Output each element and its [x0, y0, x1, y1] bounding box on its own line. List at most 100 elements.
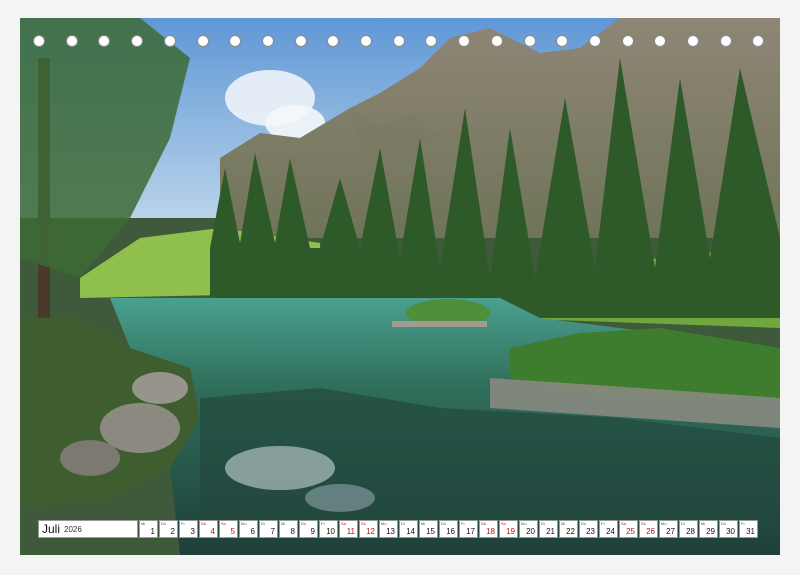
weekday-label: Mi [701, 521, 706, 526]
binding-hole [33, 35, 45, 47]
binding-hole [392, 35, 405, 47]
weekday-label: Mi [141, 521, 146, 526]
day-cell: Do 2 [159, 520, 178, 538]
weekday-label: Fr [741, 521, 745, 526]
day-number: 21 [546, 527, 555, 536]
binding-hole [425, 35, 438, 47]
day-cell: Fr 31 [739, 520, 758, 538]
day-cell: Mi 8 [279, 520, 298, 538]
weekday-label: Fr [461, 521, 465, 526]
weekday-label: Mi [281, 521, 286, 526]
day-cell: Sa 18 [479, 520, 498, 538]
day-cell: Fr 24 [599, 520, 618, 538]
day-number: 10 [326, 527, 335, 536]
weekday-label: Fr [321, 521, 325, 526]
day-cell: Mi 22 [559, 520, 578, 538]
day-number: 22 [566, 527, 575, 536]
binding-hole [621, 35, 634, 47]
binding-hole [163, 35, 176, 47]
weekday-label: So [221, 521, 226, 526]
weekday-label: So [641, 521, 646, 526]
day-cell: So 19 [499, 520, 518, 538]
binding-hole [490, 35, 503, 47]
binding-hole [752, 35, 765, 47]
day-number: 28 [686, 527, 695, 536]
day-cell: Do 23 [579, 520, 598, 538]
weekday-label: Mo [521, 521, 527, 526]
weekday-label: Fr [181, 521, 185, 526]
day-number: 30 [726, 527, 735, 536]
weekday-label: Sa [341, 521, 346, 526]
day-number: 29 [706, 527, 715, 536]
binding-hole [261, 35, 274, 47]
weekday-label: Do [161, 521, 167, 526]
day-number: 26 [646, 527, 655, 536]
day-cell: Di 14 [399, 520, 418, 538]
binding-hole [654, 35, 667, 47]
weekday-label: Do [301, 521, 307, 526]
landscape-photo [20, 18, 780, 555]
day-number: 14 [406, 527, 415, 536]
binding-hole [294, 35, 307, 47]
binding-hole [196, 35, 209, 47]
day-number: 24 [606, 527, 615, 536]
weekday-label: Do [581, 521, 587, 526]
weekday-label: Di [261, 521, 265, 526]
day-cell: Do 30 [719, 520, 738, 538]
day-cell: Mo 6 [239, 520, 258, 538]
day-cell: Mo 20 [519, 520, 538, 538]
day-number: 27 [666, 527, 675, 536]
day-cell: Mo 13 [379, 520, 398, 538]
day-number: 2 [170, 527, 175, 536]
month-name: Juli [42, 522, 61, 536]
binding-hole [360, 35, 372, 47]
day-cell: Di 28 [679, 520, 698, 538]
binding-holes [33, 35, 773, 49]
weekday-label: So [501, 521, 506, 526]
year-label: 2026 [64, 524, 82, 534]
day-number: 19 [506, 527, 515, 536]
binding-hole [719, 35, 732, 47]
weekday-label: Di [401, 521, 405, 526]
weekday-label: Sa [621, 521, 626, 526]
month-label-box: Juli 2026 [38, 520, 138, 538]
day-cell: Di 21 [539, 520, 558, 538]
day-cell: Fr 3 [179, 520, 198, 538]
weekday-label: Mo [241, 521, 247, 526]
binding-hole [458, 35, 471, 47]
weekday-label: Do [721, 521, 727, 526]
day-number: 18 [486, 527, 495, 536]
day-cell: Mo 27 [659, 520, 678, 538]
day-number: 3 [190, 527, 195, 536]
day-cell: Fr 10 [319, 520, 338, 538]
weekday-label: Mi [561, 521, 566, 526]
weekday-label: Sa [481, 521, 486, 526]
binding-hole [588, 35, 601, 47]
day-number: 20 [526, 527, 535, 536]
mountain-lake-image [20, 18, 780, 555]
weekday-label: Sa [201, 521, 206, 526]
binding-hole [327, 35, 340, 47]
weekday-label: Do [441, 521, 447, 526]
day-number: 15 [426, 527, 435, 536]
day-number: 11 [346, 527, 355, 536]
weekday-label: Mo [381, 521, 387, 526]
day-number: 6 [250, 527, 255, 536]
weekday-label: Fr [601, 521, 605, 526]
binding-hole [687, 35, 699, 47]
weekday-label: Di [681, 521, 685, 526]
weekday-label: Mi [421, 521, 426, 526]
day-number: 25 [626, 527, 635, 536]
weekday-label: So [361, 521, 366, 526]
calendar-page: Juli 2026 Mi 1 Do 2 Fr 3 Sa 4 So 5 Mo 6 Di 7 Mi 8 Do 9 Fr 1… [0, 0, 800, 575]
day-number: 31 [746, 527, 755, 536]
binding-hole [65, 35, 78, 47]
calendar-strip: Juli 2026 Mi 1 Do 2 Fr 3 Sa 4 So 5 Mo 6 Di 7 Mi 8 Do 9 Fr 1… [38, 520, 758, 538]
day-cell: Do 16 [439, 520, 458, 538]
day-cell: Sa 11 [339, 520, 358, 538]
weekday-label: Mo [661, 521, 667, 526]
day-cell: So 12 [359, 520, 378, 538]
day-number: 1 [150, 527, 155, 536]
day-number: 8 [290, 527, 295, 536]
binding-hole [556, 35, 569, 47]
